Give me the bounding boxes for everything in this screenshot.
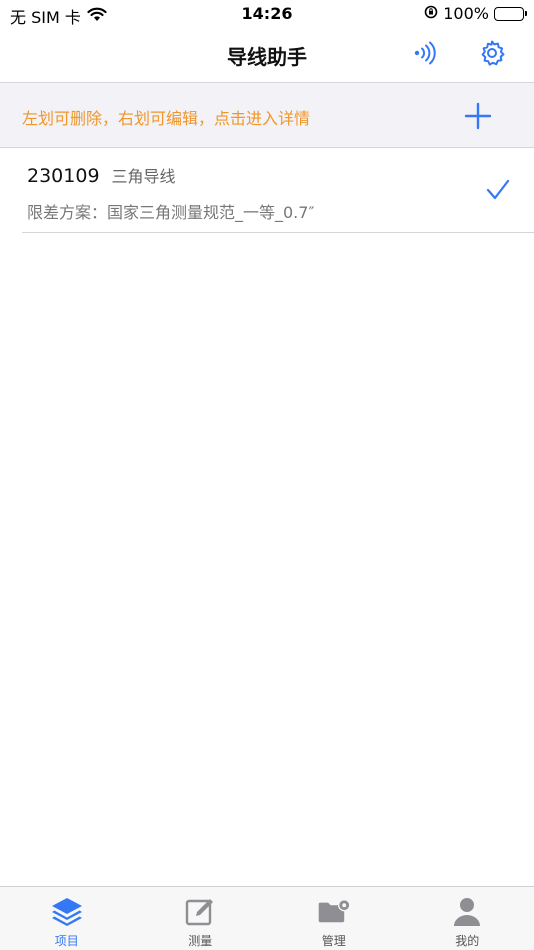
project-type: 三角导线 [111, 167, 176, 186]
gear-icon [478, 39, 506, 71]
project-scheme: 限差方案：国家三角测量规范_一等_0.7″ [27, 203, 315, 222]
tab-projects[interactable]: 项目 [0, 887, 134, 950]
tab-label: 测量 [188, 934, 213, 948]
bluetooth-signal-icon [412, 40, 438, 70]
layers-icon [50, 895, 84, 929]
battery-icon [494, 6, 527, 21]
page-title: 导线助手 [227, 45, 307, 69]
settings-button[interactable] [477, 40, 507, 70]
tab-label: 项目 [54, 934, 79, 948]
hint-bar: 左划可删除，右划可编辑，点击进入详情 [0, 83, 534, 148]
project-list-item[interactable]: 230109 三角导线 限差方案：国家三角测量规范_一等_0.7″ [22, 149, 534, 233]
project-header: 230109 三角导线 [27, 163, 176, 187]
status-right: 100% [424, 4, 527, 23]
tab-bar: 项目 测量 管理 我的 [0, 886, 534, 950]
project-list: 230109 三角导线 限差方案：国家三角测量规范_一等_0.7″ [0, 149, 534, 233]
tab-profile[interactable]: 我的 [401, 887, 534, 950]
bluetooth-signal-button[interactable] [410, 40, 440, 70]
user-icon [450, 895, 484, 929]
plus-icon [462, 102, 494, 136]
tab-label: 我的 [455, 934, 480, 948]
nav-bar: 导线助手 [0, 28, 534, 83]
hint-text: 左划可删除，右划可编辑，点击进入详情 [22, 109, 311, 128]
tab-measure[interactable]: 测量 [134, 887, 268, 950]
status-bar: 无 SIM 卡 14:26 100% [0, 0, 534, 28]
add-project-button[interactable] [462, 100, 494, 132]
tab-manage[interactable]: 管理 [267, 887, 401, 950]
project-code: 230109 [27, 165, 100, 187]
screen: 无 SIM 卡 14:26 100% 导线助手 左划可删除，右划可编辑，点击进入… [0, 0, 534, 950]
edit-icon [183, 895, 217, 929]
checkmark-icon [486, 179, 510, 201]
tab-label: 管理 [321, 934, 346, 948]
folder-gear-icon [317, 895, 351, 929]
battery-percent: 100% [443, 4, 489, 23]
orientation-lock-icon [424, 4, 438, 23]
